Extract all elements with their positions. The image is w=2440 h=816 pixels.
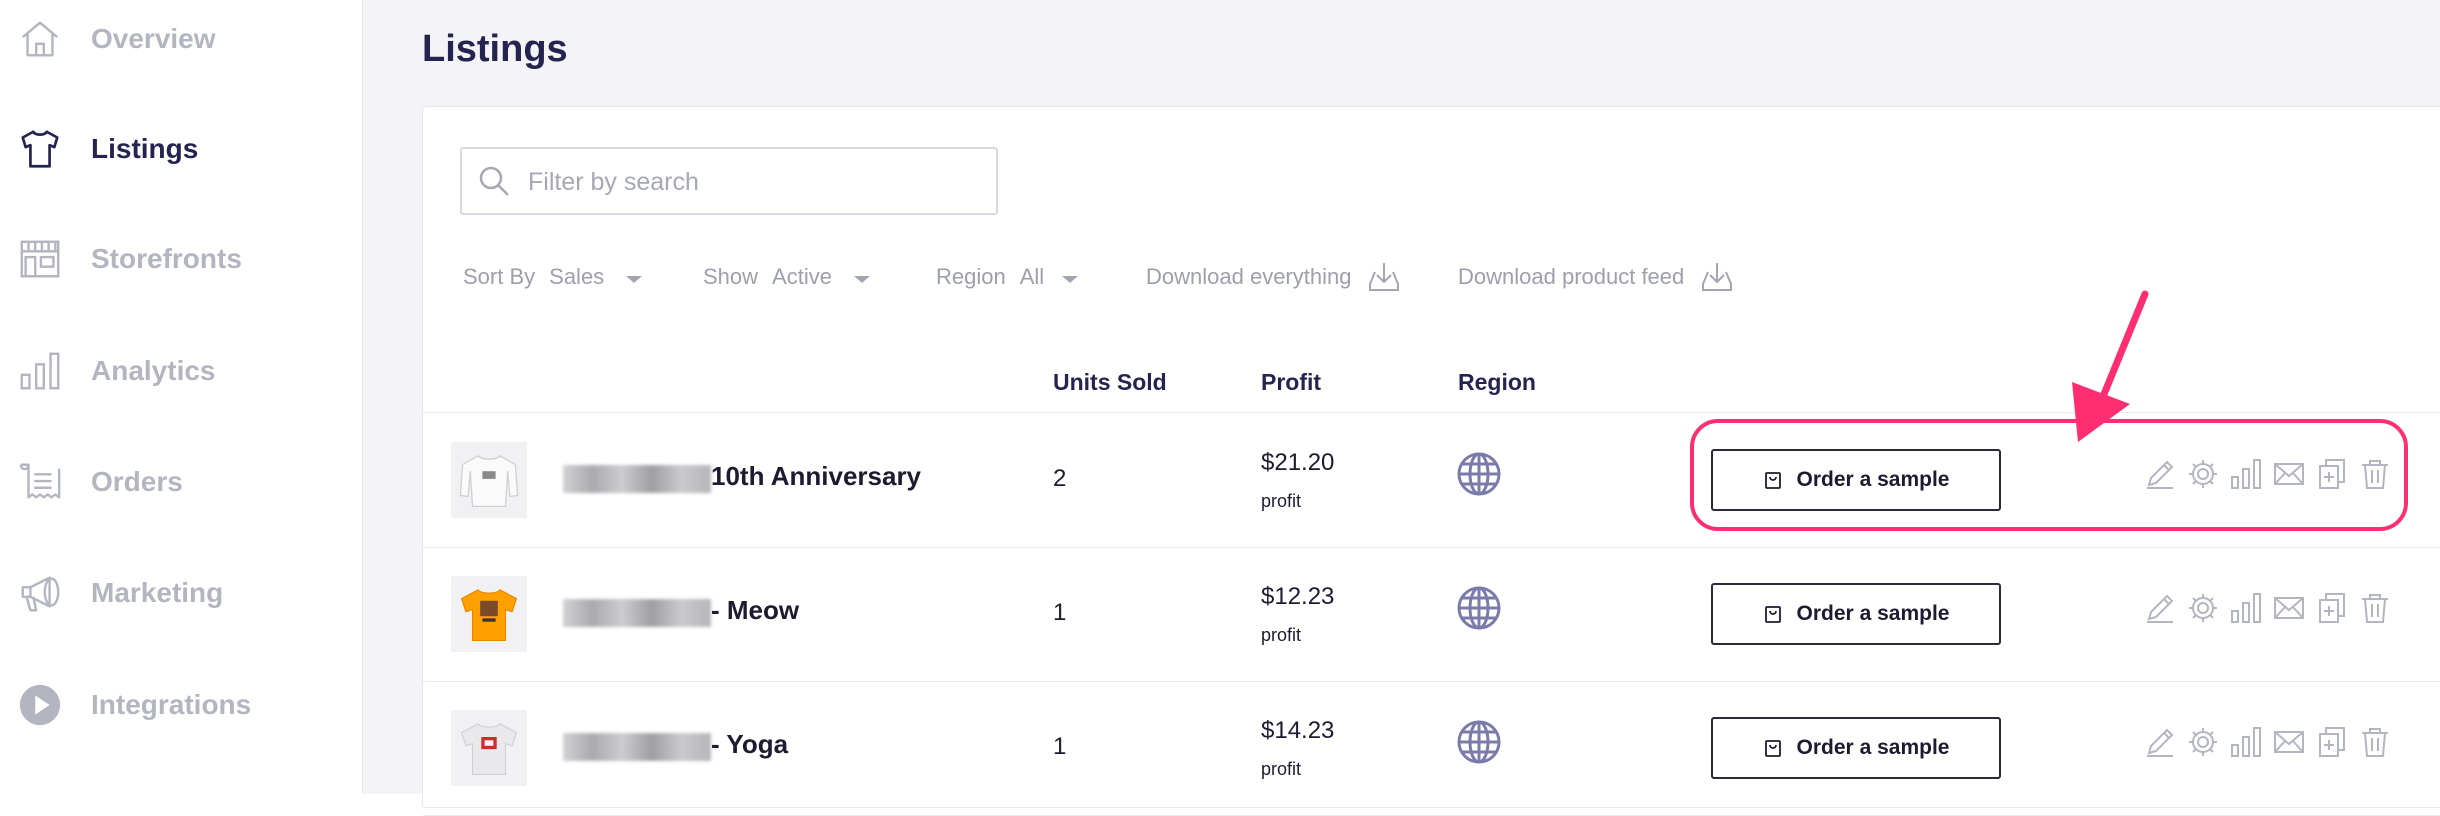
order-sample-label: Order a sample — [1796, 736, 1950, 759]
sweatshirt-image — [459, 454, 519, 508]
bar-chart-icon[interactable] — [2229, 591, 2263, 625]
sort-dropdown[interactable]: Sort By Sales — [463, 257, 643, 297]
units-sold-value: 1 — [1053, 599, 1067, 626]
product-thumbnail[interactable] — [451, 576, 527, 652]
sidebar-item-overview[interactable]: Overview — [0, 4, 362, 74]
tshirt-icon — [16, 125, 64, 173]
profit-label: profit — [1261, 759, 1302, 779]
download-icon — [1369, 263, 1400, 291]
sidebar-item-label: Listings — [91, 133, 199, 164]
show-dropdown[interactable]: Show Active — [703, 257, 870, 297]
redacted-text — [563, 599, 711, 627]
redacted-text — [563, 733, 711, 761]
sidebar-item-listings[interactable]: Listings — [0, 114, 362, 184]
duplicate-icon[interactable] — [2315, 591, 2349, 625]
sidebar-item-label: Orders — [91, 466, 183, 497]
product-thumbnail[interactable] — [451, 442, 527, 518]
units-sold-value: 1 — [1053, 733, 1067, 760]
search-input[interactable] — [526, 161, 970, 203]
search-box[interactable] — [460, 147, 998, 215]
shopping-bag-icon — [1764, 606, 1781, 623]
product-name[interactable]: - Yoga — [711, 729, 788, 760]
sidebar-item-orders[interactable]: Orders — [0, 447, 362, 517]
chevron-down-icon — [626, 275, 643, 283]
download-feed-label: Download product feed — [1458, 264, 1685, 289]
trash-icon[interactable] — [2358, 725, 2392, 759]
product-thumbnail[interactable] — [451, 710, 527, 786]
tshirt-image — [460, 723, 518, 775]
sort-label: Sort By — [463, 264, 536, 289]
sidebar-item-label: Storefronts — [91, 243, 242, 274]
order-sample-label: Order a sample — [1796, 602, 1950, 625]
bar-chart-icon — [16, 347, 64, 395]
region-dropdown[interactable]: Region All — [936, 257, 1079, 297]
gear-icon[interactable] — [2186, 591, 2220, 625]
sidebar: Overview Listings Storefronts Analytics … — [0, 0, 363, 794]
download-product-feed-link[interactable]: Download product feed — [1458, 257, 1734, 297]
home-icon — [16, 15, 64, 63]
edit-icon[interactable] — [2143, 591, 2177, 625]
chevron-down-icon — [1062, 275, 1079, 283]
table-row[interactable]: - Meow 1 $12.23 profit Order a sample — [423, 547, 2440, 682]
mail-icon[interactable] — [2272, 591, 2306, 625]
tshirt-image — [460, 589, 518, 641]
redacted-text — [563, 465, 711, 493]
annotation-highlight — [1690, 419, 2408, 531]
annotation-arrow-icon — [2072, 290, 2149, 442]
order-sample-button[interactable]: Order a sample — [1711, 583, 2001, 645]
receipt-icon — [16, 458, 64, 506]
sidebar-item-label: Marketing — [91, 577, 224, 608]
column-header-units-sold: Units Sold — [1053, 369, 1167, 395]
region-label: Region — [936, 264, 1006, 289]
show-value: Active — [772, 264, 832, 289]
chevron-down-icon — [853, 275, 870, 283]
column-header-profit: Profit — [1261, 369, 1322, 395]
download-everything-label: Download everything — [1146, 264, 1352, 289]
megaphone-icon — [16, 569, 64, 617]
trash-icon[interactable] — [2358, 591, 2392, 625]
search-icon — [479, 166, 509, 196]
product-name[interactable]: - Meow — [711, 595, 799, 626]
globe-icon — [1457, 720, 1501, 764]
mail-icon[interactable] — [2272, 725, 2306, 759]
order-sample-button[interactable]: Order a sample — [1711, 717, 2001, 779]
storefront-icon — [16, 235, 64, 283]
bar-chart-icon[interactable] — [2229, 725, 2263, 759]
sidebar-item-storefronts[interactable]: Storefronts — [0, 224, 362, 294]
sidebar-item-label: Analytics — [91, 355, 216, 386]
sidebar-item-label: Integrations — [91, 689, 252, 720]
column-header-region: Region — [1458, 369, 1536, 395]
page-title: Listings — [422, 28, 568, 70]
profit-value: $12.23 — [1261, 583, 1335, 610]
profit-label: profit — [1261, 625, 1302, 645]
sidebar-item-marketing[interactable]: Marketing — [0, 558, 362, 628]
product-name[interactable]: 10th Anniversary — [711, 461, 921, 492]
sort-value: Sales — [549, 264, 605, 289]
download-everything-link[interactable]: Download everything — [1146, 257, 1401, 297]
units-sold-value: 2 — [1053, 465, 1067, 492]
download-icon — [1702, 263, 1733, 291]
globe-icon — [1457, 452, 1501, 496]
sidebar-item-analytics[interactable]: Analytics — [0, 336, 362, 406]
sidebar-item-integrations[interactable]: Integrations — [0, 670, 362, 740]
profit-value: $14.23 — [1261, 717, 1335, 744]
table-row[interactable]: - Yoga 1 $14.23 profit Order a sample — [423, 681, 2440, 816]
globe-icon — [1457, 586, 1501, 630]
edit-icon[interactable] — [2143, 725, 2177, 759]
shopping-bag-icon — [1764, 740, 1781, 757]
play-icon — [16, 681, 64, 729]
profit-value: $21.20 — [1261, 449, 1335, 476]
show-label: Show — [703, 264, 759, 289]
sidebar-item-label: Overview — [91, 23, 216, 54]
gear-icon[interactable] — [2186, 725, 2220, 759]
profit-label: profit — [1261, 491, 1302, 511]
region-value: All — [1019, 264, 1045, 289]
duplicate-icon[interactable] — [2315, 725, 2349, 759]
